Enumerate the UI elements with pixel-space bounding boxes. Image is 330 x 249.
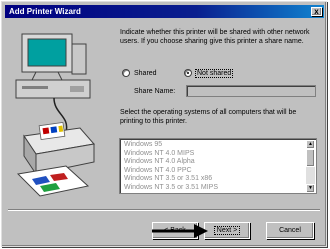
list-item[interactable]: Windows NT 3.5 or 3.51 x86 [124, 175, 304, 184]
os-list-items: Windows 95 Windows NT 4.0 MIPS Windows N… [124, 141, 304, 192]
shared-label: Shared [134, 69, 157, 77]
share-name-input[interactable] [186, 85, 316, 97]
list-item[interactable]: Windows NT 3.5 or 3.51 MIPS [124, 184, 304, 193]
share-name-label: Share Name: [134, 88, 176, 95]
list-item[interactable]: Windows 95 [124, 141, 304, 150]
scroll-up-button[interactable]: ▲ [306, 140, 315, 149]
title-bar[interactable]: Add Printer Wizard x [5, 5, 324, 18]
printer-icon [16, 121, 95, 197]
close-button[interactable]: x [311, 7, 322, 16]
window-title: Add Printer Wizard [9, 7, 81, 16]
arrow-down-icon: ▼ [308, 185, 313, 191]
arrow-up-icon: ▲ [308, 141, 313, 147]
button-divider [8, 209, 320, 211]
sharing-radio-group: Shared Not shared [122, 68, 318, 81]
cancel-button[interactable]: Cancel [266, 222, 314, 239]
os-list[interactable]: Windows 95 Windows NT 4.0 MIPS Windows N… [119, 138, 317, 194]
scroll-down-button[interactable]: ▼ [306, 184, 315, 193]
cancel-button-label: Cancel [279, 227, 301, 234]
not-shared-radio-button[interactable] [184, 69, 192, 77]
computer-icon [15, 33, 91, 99]
shared-radio[interactable]: Shared [122, 69, 157, 77]
scroll-thumb[interactable] [306, 149, 315, 167]
list-item[interactable]: Windows NT 4.0 MIPS [124, 150, 304, 159]
shared-radio-button[interactable] [122, 69, 130, 77]
os-prompt: Select the operating systems of all comp… [120, 109, 297, 125]
printer-illustration [15, 33, 95, 197]
close-icon: x [314, 7, 319, 16]
os-list-scrollbar[interactable]: ▲ ▼ [306, 140, 315, 193]
sharing-instructions: Indicate whether this printer will be sh… [120, 29, 310, 45]
pointer-arrow-icon [152, 224, 208, 238]
list-item[interactable]: Windows NT 4.0 Alpha [124, 158, 304, 167]
not-shared-radio[interactable]: Not shared [184, 68, 234, 78]
list-item[interactable]: Windows NT 4.0 PPC [124, 167, 304, 176]
not-shared-label: Not shared [194, 68, 234, 78]
